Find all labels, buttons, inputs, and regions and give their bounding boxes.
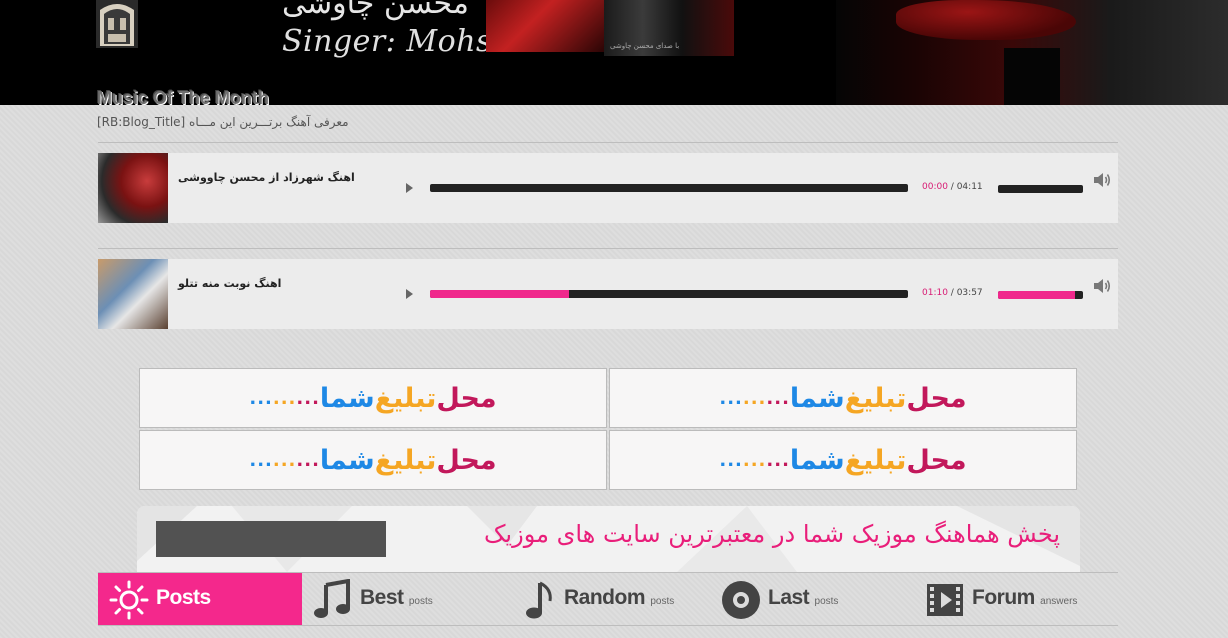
track-cover-image	[98, 259, 168, 329]
nav-label-text: Best	[360, 586, 404, 609]
duration: 04:11	[956, 182, 983, 192]
divider	[98, 248, 1118, 249]
ad-word-2: تبلیغ	[374, 444, 437, 476]
volume-fill	[998, 291, 1075, 299]
nav-label: Best posts	[360, 586, 433, 610]
nav-label-small: posts	[650, 596, 675, 607]
nav-label-small: posts	[408, 596, 433, 607]
ad-word-2: تبلیغ	[374, 382, 437, 414]
audio-player-2: اهنگ نوبت منه تتلو 01:10 / 03:57	[98, 259, 1118, 329]
nav-label: Posts	[156, 586, 211, 610]
time-display: 00:00 / 04:11	[922, 182, 983, 192]
divider	[98, 142, 1118, 143]
banner-farsi-title: محسن چاوشی	[282, 0, 469, 21]
lantern-logo-icon	[96, 0, 138, 48]
ad-dots-2: ...	[272, 387, 297, 409]
audio-player-1: اهنگ شهرزاد از محسن چاووشی 00:00 / 04:11	[98, 153, 1118, 223]
album-cover-thumb	[486, 0, 604, 52]
nav-item-posts[interactable]: Posts	[98, 573, 302, 625]
banner-art-shape	[1004, 48, 1060, 105]
ad-slot[interactable]: محل تبلیغ شما.........	[139, 368, 607, 428]
block-title: Music Of The Month	[97, 88, 269, 108]
time-separator: /	[947, 182, 957, 192]
nav-item-best[interactable]: Best posts	[302, 573, 506, 625]
ad-dots-3: ...	[719, 387, 743, 409]
ad-slot[interactable]: محل تبلیغ شما.........	[139, 430, 607, 490]
volume-bar[interactable]	[998, 185, 1083, 193]
ad-word-3: شما	[789, 382, 845, 414]
nav-label-small: answers	[1040, 596, 1078, 607]
album-cover-thumb-2: با صدای محسن چاوشی	[604, 0, 734, 56]
duration: 03:57	[956, 288, 983, 298]
ad-dots-1: ...	[296, 449, 320, 471]
time-separator: /	[947, 288, 957, 298]
ad-dots-1: ...	[766, 449, 790, 471]
ad-word-2: تبلیغ	[844, 382, 907, 414]
nav-item-last[interactable]: Last posts	[710, 573, 914, 625]
ad-word-1: محل	[906, 444, 967, 476]
nav-label: Last posts	[768, 586, 838, 610]
ad-word-2: تبلیغ	[844, 444, 907, 476]
ad-slot[interactable]: محل تبلیغ شما.........	[609, 368, 1077, 428]
ad-word-3: شما	[319, 444, 375, 476]
nav-item-forum[interactable]: Forum answers	[914, 573, 1118, 625]
progress-fill	[430, 290, 569, 298]
ad-dots-3: ...	[249, 387, 273, 409]
track-title: اهنگ شهرزاد از محسن چاووشی	[178, 171, 355, 184]
progress-bar[interactable]	[430, 290, 908, 298]
sun-icon	[109, 580, 149, 620]
ad-dots-2: ...	[742, 387, 767, 409]
nav-label-text: Forum	[972, 586, 1035, 609]
current-time: 01:10	[922, 288, 948, 298]
nav-label: Forum answers	[972, 586, 1077, 610]
ad-word-1: محل	[436, 382, 497, 414]
current-time: 00:00	[922, 182, 948, 192]
ad-dots-1: ...	[766, 387, 790, 409]
ad-dots-2: ...	[742, 449, 767, 471]
ad-word-3: شما	[319, 382, 375, 414]
bottom-nav: Posts Best posts Random posts Last posts	[98, 572, 1118, 626]
music-note-icon	[526, 581, 552, 619]
nav-label: Random posts	[564, 586, 674, 610]
play-button[interactable]	[406, 289, 413, 299]
speaker-icon[interactable]	[1091, 169, 1113, 191]
nav-item-random[interactable]: Random posts	[506, 573, 710, 625]
calligraphy-art	[896, 0, 1076, 40]
progress-bar[interactable]	[430, 184, 908, 192]
track-cover-image	[98, 153, 168, 223]
thumb-caption: با صدای محسن چاوشی	[610, 42, 680, 50]
promo-banner[interactable]: پخش هماهنگ موزیک شما در معتبرترین سایت ه…	[137, 506, 1080, 572]
ad-dots-3: ...	[249, 449, 273, 471]
ad-word-1: محل	[436, 444, 497, 476]
ad-word-1: محل	[906, 382, 967, 414]
ad-word-3: شما	[789, 444, 845, 476]
ad-dots-1: ...	[296, 387, 320, 409]
promo-placeholder-box	[156, 521, 386, 557]
volume-bar[interactable]	[998, 291, 1083, 299]
nav-label-small: posts	[814, 596, 839, 607]
track-title: اهنگ نوبت منه تتلو	[178, 277, 282, 290]
speaker-icon[interactable]	[1091, 275, 1113, 297]
time-display: 01:10 / 03:57	[922, 288, 983, 298]
banner-artwork	[836, 0, 1228, 105]
ad-dots-3: ...	[719, 449, 743, 471]
music-note-double-icon	[314, 579, 350, 618]
play-button[interactable]	[406, 183, 413, 193]
ad-slot[interactable]: محل تبلیغ شما.........	[609, 430, 1077, 490]
disc-icon	[722, 581, 760, 619]
nav-label-text: Posts	[156, 586, 211, 609]
nav-label-text: Random	[564, 586, 646, 609]
ad-dots-2: ...	[272, 449, 297, 471]
promo-text: پخش هماهنگ موزیک شما در معتبرترین سایت ه…	[483, 520, 1060, 548]
film-icon	[927, 584, 963, 616]
block-subtitle: [RB:Blog_Title] معرفی آهنگ برتـــرین این…	[97, 115, 349, 129]
nav-label-text: Last	[768, 586, 810, 609]
